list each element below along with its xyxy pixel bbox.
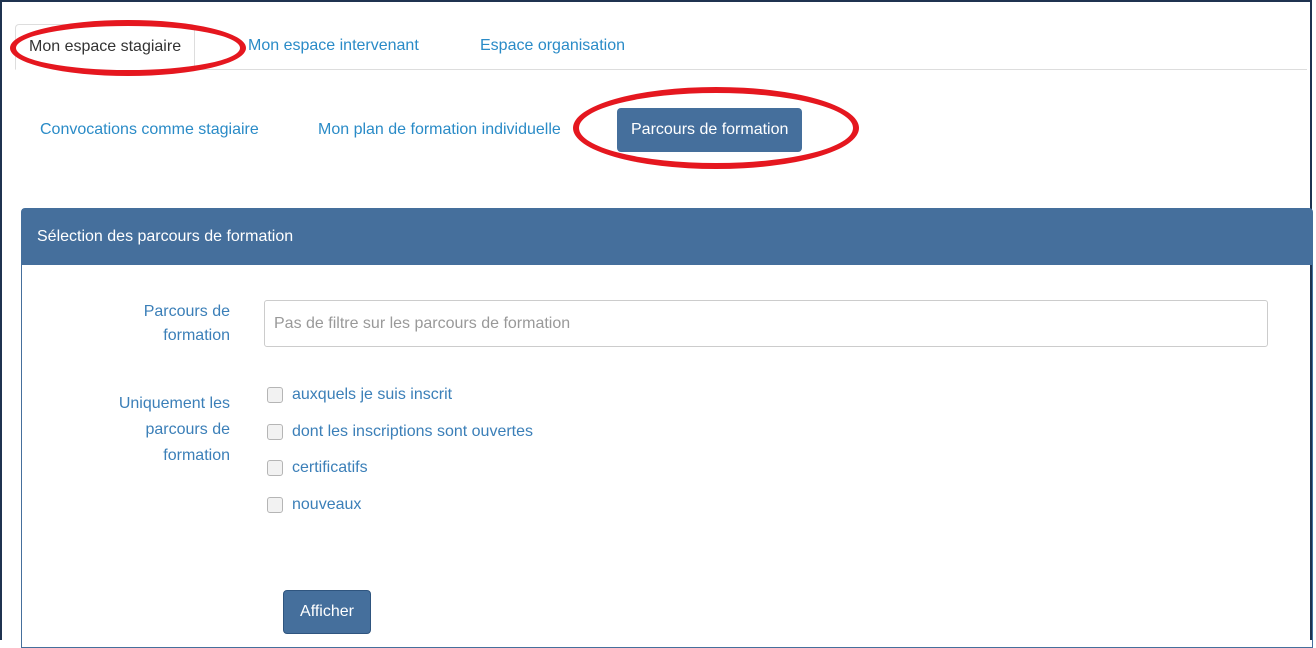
uniquement-label-line3: formation (163, 447, 230, 464)
checkbox-label: dont les inscriptions sont ouvertes (292, 423, 534, 440)
top-tab-bar: Mon espace stagiaire Mon espace interven… (15, 24, 1307, 70)
checkbox-box[interactable] (267, 497, 283, 513)
uniquement-label-line2: parcours de (145, 421, 231, 438)
parcours-label-line2: formation (163, 327, 230, 344)
tab-espace-organisation[interactable]: Espace organisation (467, 24, 638, 69)
afficher-button[interactable]: Afficher (283, 590, 371, 634)
checkbox-certificatifs[interactable]: certificatifs (267, 457, 368, 479)
tab-plan-formation[interactable]: Mon plan de formation individuelle (304, 108, 575, 152)
uniquement-label: Uniquement les parcours de formation (80, 391, 230, 469)
checkbox-label: certificatifs (292, 459, 368, 476)
checkbox-inscriptions-ouvertes[interactable]: dont les inscriptions sont ouvertes (267, 421, 533, 443)
parcours-label-line1: Parcours de (143, 303, 230, 320)
tab-parcours-formation[interactable]: Parcours de formation (617, 108, 803, 152)
checkbox-label: nouveaux (292, 496, 362, 513)
panel-title: Sélection des parcours de formation (22, 209, 1312, 265)
checkbox-box[interactable] (267, 387, 283, 403)
tab-mon-espace-stagiaire[interactable]: Mon espace stagiaire (15, 24, 196, 70)
checkbox-label: auxquels je suis inscrit (292, 386, 453, 403)
parcours-search-input[interactable] (264, 300, 1268, 347)
checkbox-nouveaux[interactable]: nouveaux (267, 494, 361, 516)
checkbox-box[interactable] (267, 424, 283, 440)
parcours-label: Parcours de formation (100, 300, 230, 348)
checkbox-box[interactable] (267, 460, 283, 476)
uniquement-label-line1: Uniquement les (118, 395, 230, 412)
checkbox-inscrit[interactable]: auxquels je suis inscrit (267, 384, 452, 406)
tab-convocations[interactable]: Convocations comme stagiaire (26, 108, 273, 152)
tab-mon-espace-intervenant[interactable]: Mon espace intervenant (235, 24, 432, 69)
